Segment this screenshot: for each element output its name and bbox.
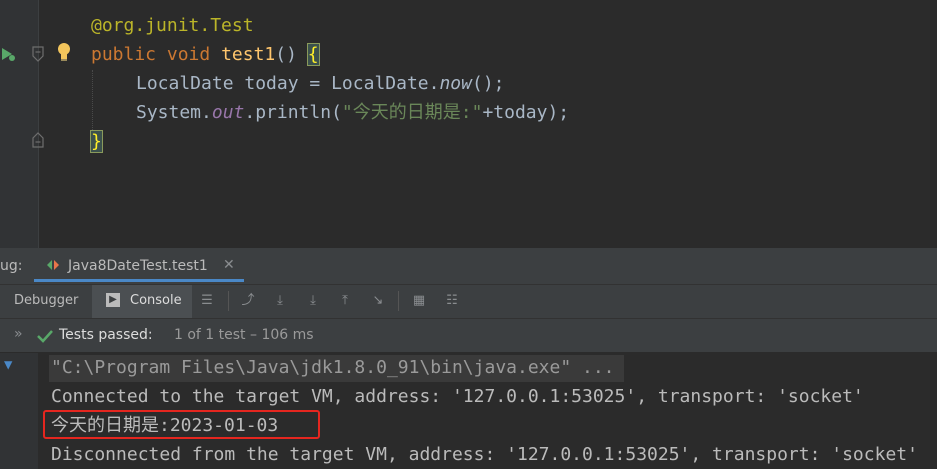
tests-passed-detail: 1 of 1 test – 106 ms [174,327,314,343]
keyword-void: void [166,44,211,65]
console-line-4: Disconnected from the target VM, address… [51,444,918,465]
string-literal: "今天的日期是:" [341,102,483,123]
debug-session-tab[interactable]: Java8DateTest.test1 ✕ [34,248,244,282]
debug-tab-bar: ug: Java8DateTest.test1 ✕ [0,248,937,285]
tests-passed-label: Tests passed: [59,327,153,343]
type-name: LocalDate [136,73,234,94]
class-ref: System. [136,102,212,123]
tab-console[interactable]: ▶ Console [92,285,192,318]
static-call: now [439,73,472,94]
menu-icon[interactable]: ☰ [199,293,215,309]
editor-gutter[interactable] [0,0,38,248]
method-call: .println( [244,102,342,123]
console-icon: ▶ [106,293,120,307]
indent-guide [92,70,94,130]
code-line-4[interactable]: System.out.println("今天的日期是:"+today); [136,98,569,127]
close-icon[interactable]: ✕ [223,257,235,273]
var-assign: today = [233,73,332,94]
code-line-5[interactable]: } [90,127,103,156]
evaluate-icon[interactable]: ▦ [411,293,427,309]
code-line-3[interactable]: LocalDate today = LocalDate.now(); [136,69,505,98]
console-output[interactable]: ▼ "C:\Program Files\Java\jdk1.8.0_91\bin… [0,353,937,469]
debug-toolbar: Debugger ▶ Console ☰ ⤴ ⤓ ⤓ ⤒ ↘ ▦ ☷ [0,285,937,319]
debug-tool-window: ug: Java8DateTest.test1 ✕ Debugger ▶ Con… [0,248,937,469]
fold-end-icon[interactable] [31,132,45,148]
run-to-cursor-icon[interactable]: ↘ [370,293,386,309]
code-line-1[interactable]: @org.junit.Test [91,11,254,40]
keyword-public: public [91,44,157,65]
open-brace: { [306,43,320,66]
method-parens: () [275,44,308,65]
console-line-1: "C:\Program Files\Java\jdk1.8.0_91\bin\j… [51,357,615,378]
code-line-2[interactable]: public void test1() { [91,40,320,69]
show-execution-point-icon[interactable]: ⤴ [240,293,256,309]
run-test-icon[interactable] [0,45,16,63]
debug-session-title: Java8DateTest.test1 [68,258,208,274]
class-ref: LocalDate. [331,73,440,94]
toolbar-divider [228,291,229,311]
step-into-icon[interactable]: ⤓ [305,293,321,309]
highlight-box [43,410,320,439]
intention-bulb-icon[interactable] [56,42,72,62]
step-out-icon[interactable]: ⤒ [337,293,353,309]
run-config-icon [47,260,59,270]
line-tail: (); [471,73,505,94]
toolbar-divider [398,291,399,311]
close-brace: } [90,130,103,153]
tab-console-label: Console [130,293,182,308]
step-over-icon[interactable]: ⤓ [272,293,288,309]
line-tail: +today); [482,102,570,123]
gutter-divider [38,0,39,248]
console-line-2: Connected to the target VM, address: '12… [51,386,864,407]
debug-label: ug: [0,258,23,274]
code-editor[interactable]: @org.junit.Test public void test1() { Lo… [0,0,937,248]
annotation-prefix: @org.junit. [91,15,211,36]
method-name: test1 [221,44,276,65]
check-icon [37,330,53,343]
expand-icon[interactable]: » [14,326,23,342]
collapse-arrow-icon[interactable]: ▼ [4,357,12,373]
trace-icon[interactable]: ☷ [444,293,460,309]
static-field: out [211,102,245,123]
tab-debugger[interactable]: Debugger [14,293,78,308]
annotation-name: Test [210,15,254,36]
fold-icon[interactable] [31,46,45,62]
test-status-bar: » Tests passed: 1 of 1 test – 106 ms [0,319,937,353]
